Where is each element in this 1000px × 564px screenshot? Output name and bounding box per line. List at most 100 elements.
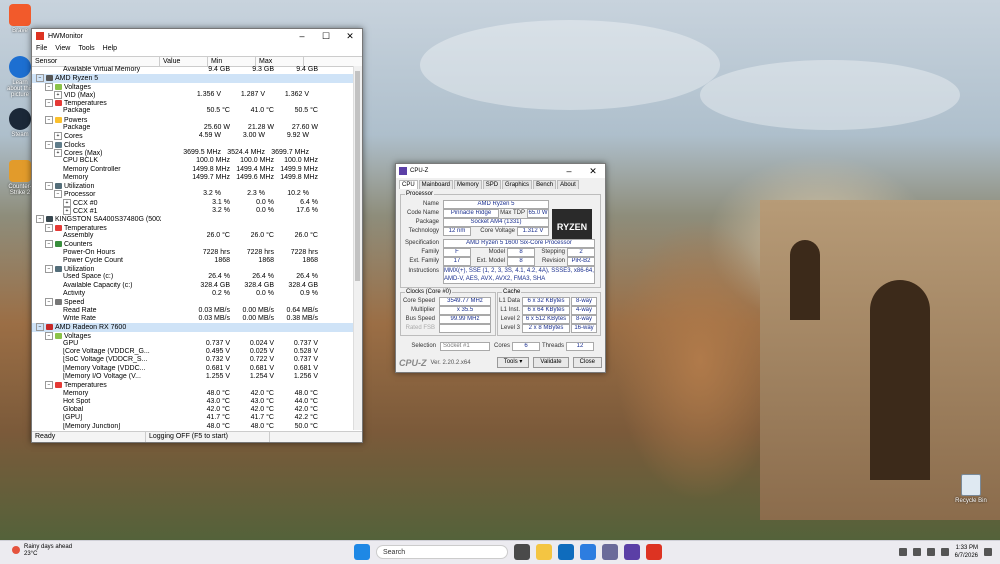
table-row[interactable]: Available Virtual Memory 9.4 GB 9.3 GB 9.4 … [32, 66, 354, 74]
collapse-icon[interactable]: − [36, 215, 44, 224]
search-box[interactable]: Search [376, 545, 508, 559]
collapse-icon[interactable]: − [45, 240, 53, 249]
weather-widget[interactable]: Rainy days ahead 23°C [12, 544, 72, 558]
cpuz-taskbar-icon[interactable] [624, 544, 640, 560]
close-button[interactable]: ✕ [581, 166, 605, 177]
collapse-icon[interactable]: − [45, 115, 53, 124]
collapse-icon[interactable]: − [45, 223, 53, 232]
table-row[interactable]: + VID (Max) 1.356 V 1.287 V 1.362 V [32, 90, 354, 99]
table-row[interactable]: Memory 48.0 °C 42.0 °C 48.0 °C [32, 390, 354, 398]
menu-help[interactable]: Help [103, 45, 117, 52]
menu-file[interactable]: File [36, 45, 47, 52]
clock[interactable]: 1:33 PM 6/7/2026 [955, 544, 978, 560]
table-row[interactable]: + CCX #0 3.1 % 0.0 % 6.4 % [32, 198, 354, 207]
tab-about[interactable]: About [557, 180, 579, 189]
tab-mainboard[interactable]: Mainboard [418, 180, 454, 189]
start-button-icon[interactable] [354, 544, 370, 560]
expand-icon[interactable]: + [54, 90, 62, 99]
table-row[interactable]: Available Capacity (c:) 328.4 GB 328.4 GB 3… [32, 282, 354, 290]
table-row[interactable]: Package 50.5 °C 41.0 °C 50.5 °C [32, 107, 354, 115]
collapse-icon[interactable]: − [45, 82, 53, 91]
close-button[interactable]: ✕ [338, 31, 362, 42]
column-max[interactable]: Max [256, 57, 304, 66]
column-value[interactable]: Value [160, 57, 208, 66]
collapse-icon[interactable]: − [45, 140, 53, 149]
table-row[interactable]: − AMD Radeon RX 7600 [32, 323, 354, 332]
table-row[interactable]: GPU 0.737 V 0.024 V 0.737 V [32, 340, 354, 348]
menu-tools[interactable]: Tools [78, 45, 94, 52]
settings-icon[interactable] [602, 544, 618, 560]
desktop-icon-recycle-bin[interactable]: Recycle Bin [955, 474, 987, 504]
tab-bench[interactable]: Bench [533, 180, 557, 189]
collapse-icon[interactable]: − [36, 323, 44, 332]
expand-icon[interactable]: + [63, 198, 71, 207]
table-row[interactable]: − Utilization [32, 265, 354, 274]
selection-dropdown[interactable]: Socket #1 [440, 342, 490, 351]
tab-cpu[interactable]: CPU [399, 180, 418, 189]
title-bar[interactable]: CPU-Z – ✕ [396, 164, 605, 178]
expand-icon[interactable]: + [54, 132, 62, 141]
table-row[interactable]: CPU BCLK 100.0 MHz 100.0 MHz 100.0 MHz [32, 157, 354, 165]
collapse-icon[interactable]: − [54, 190, 62, 199]
table-row[interactable]: [Memory I/O Voltage (V... 1.255 V 1.254 V 1… [32, 373, 354, 381]
table-row[interactable]: Power-On Hours 7228 hrs 7228 hrs 7228 hrs [32, 249, 354, 257]
file-explorer-icon[interactable] [536, 544, 552, 560]
table-row[interactable]: [Memory Junction] 48.0 °C 48.0 °C 50.0 °C [32, 423, 354, 430]
volume-icon[interactable] [926, 548, 935, 556]
network-icon[interactable] [912, 548, 921, 556]
table-row[interactable]: − Powers [32, 115, 354, 124]
table-row[interactable]: + CCX #1 3.2 % 0.0 % 17.6 % [32, 207, 354, 216]
table-row[interactable]: − Clocks [32, 140, 354, 149]
table-row[interactable]: Read Rate 0.03 MB/s 0.00 MB/s 0.64 MB/s [32, 307, 354, 315]
minimize-button[interactable]: – [290, 31, 314, 42]
collapse-icon[interactable]: − [45, 265, 53, 274]
expand-icon[interactable]: + [54, 148, 62, 157]
minimize-button[interactable]: – [557, 166, 581, 177]
collapse-icon[interactable]: − [45, 331, 53, 340]
hwmonitor-taskbar-icon[interactable] [646, 544, 662, 560]
collapse-icon[interactable]: − [45, 381, 53, 390]
table-row[interactable]: Activity 0.2 % 0.0 % 0.9 % [32, 290, 354, 298]
table-row[interactable]: − AMD Ryzen 5 [32, 74, 354, 83]
chevron-up-icon[interactable] [898, 548, 907, 556]
speaker-icon[interactable] [940, 548, 949, 556]
table-row[interactable]: Memory Controller 1499.8 MHz 1499.4 MHz 149… [32, 166, 354, 174]
close-cpuz-button[interactable]: Close [572, 357, 602, 368]
table-row[interactable]: − KINGSTON SA400S37480G (50026B7382EA1E9B… [32, 215, 354, 224]
vertical-scrollbar[interactable] [353, 66, 362, 430]
table-row[interactable]: [GPU] 41.7 °C 41.7 °C 42.2 °C [32, 414, 354, 422]
tab-spd[interactable]: SPD [482, 180, 502, 189]
tab-memory[interactable]: Memory [454, 180, 482, 189]
table-row[interactable]: Package 25.60 W 21.28 W 27.60 W [32, 124, 354, 132]
collapse-icon[interactable]: − [45, 298, 53, 307]
table-row[interactable]: [SoC Voltage (VDDCR_S... 0.732 V 0.722 V 0.… [32, 356, 354, 364]
collapse-icon[interactable]: − [45, 99, 53, 108]
column-sensor[interactable]: Sensor [32, 57, 160, 66]
table-row[interactable]: − Voltages [32, 82, 354, 91]
title-bar[interactable]: HWMonitor – ☐ ✕ [32, 29, 362, 43]
table-row[interactable]: Write Rate 0.03 MB/s 0.00 MB/s 0.38 MB/s [32, 315, 354, 323]
task-view-icon[interactable] [514, 544, 530, 560]
table-row[interactable]: − Temperatures [32, 381, 354, 390]
validate-button[interactable]: Validate [533, 357, 569, 368]
table-row[interactable]: − Utilization [32, 182, 354, 191]
table-row[interactable]: − Temperatures [32, 223, 354, 232]
store-icon[interactable] [580, 544, 596, 560]
table-row[interactable]: − Processor 3.2 % 2.3 % 10.2 % [32, 190, 354, 199]
table-row[interactable]: Power Cycle Count 1868 1868 1868 [32, 257, 354, 265]
column-min[interactable]: Min [208, 57, 256, 66]
table-row[interactable]: + Cores 4.59 W 3.00 W 9.92 W [32, 132, 354, 141]
table-row[interactable]: [Memory Voltage (VDDC... 0.681 V 0.681 V 0.… [32, 365, 354, 373]
maximize-button[interactable]: ☐ [314, 31, 338, 42]
table-row[interactable]: Used Space (c:) 26.4 % 26.4 % 26.4 % [32, 273, 354, 281]
expand-icon[interactable]: + [63, 207, 71, 216]
table-row[interactable]: − Counters [32, 240, 354, 249]
tab-graphics[interactable]: Graphics [502, 180, 533, 189]
notification-bell-icon[interactable] [984, 548, 992, 556]
table-row[interactable]: Assembly 26.0 °C 26.0 °C 26.0 °C [32, 232, 354, 240]
table-row[interactable]: [Core Voltage (VDDCR_G... 0.495 V 0.025 V 0… [32, 348, 354, 356]
table-row[interactable]: − Voltages [32, 331, 354, 340]
menu-view[interactable]: View [55, 45, 70, 52]
collapse-icon[interactable]: − [45, 182, 53, 191]
scrollbar-thumb[interactable] [355, 71, 360, 281]
